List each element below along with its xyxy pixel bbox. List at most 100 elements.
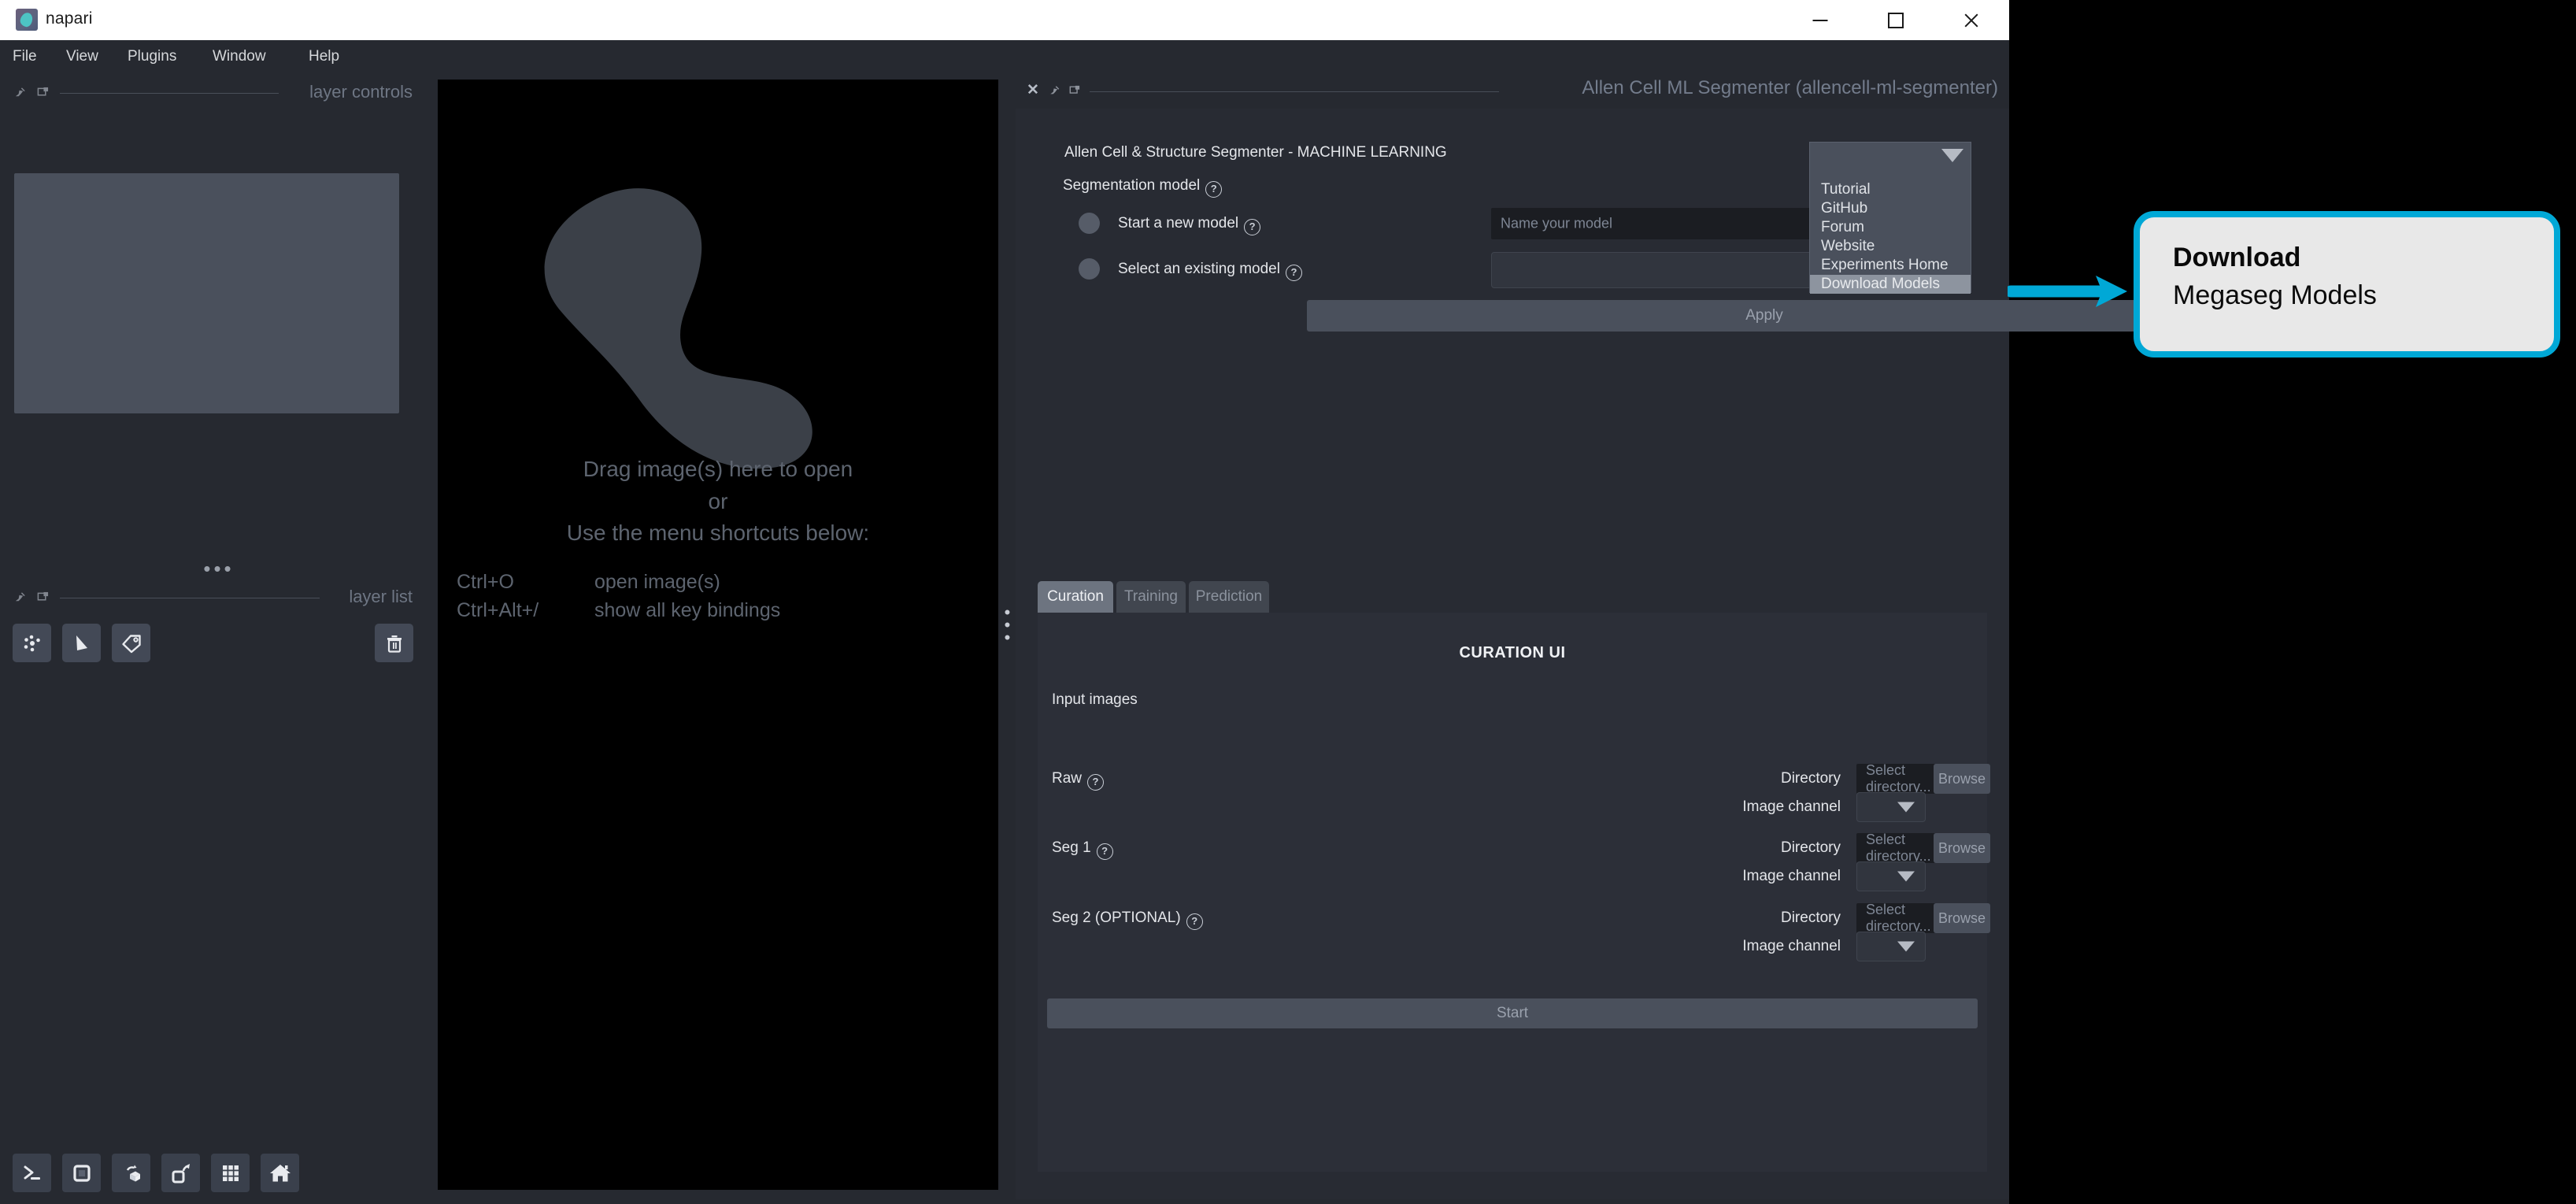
ndisplay-toggle-icon bbox=[72, 1164, 91, 1182]
left-dock: layer controls ••• layer list bbox=[0, 72, 438, 1204]
chevron-down-icon bbox=[1897, 871, 1915, 882]
raw-directory-label: Directory bbox=[1780, 770, 1841, 787]
dock-splitter-grip[interactable]: ••• bbox=[0, 558, 438, 579]
help-icon[interactable]: ? bbox=[1244, 219, 1261, 235]
layer-controls-label: layer controls bbox=[309, 82, 413, 102]
float-icon[interactable] bbox=[37, 591, 49, 603]
menu-item-experiments-home[interactable]: Experiments Home bbox=[1810, 256, 1971, 275]
chevron-down-icon[interactable] bbox=[1941, 149, 1963, 162]
select-existing-model-radio[interactable] bbox=[1079, 258, 1100, 280]
shortcut-row: Ctrl+O open image(s) bbox=[457, 568, 780, 596]
ndisplay-toggle-button[interactable] bbox=[62, 1154, 101, 1192]
menu-item-forum[interactable]: Forum bbox=[1810, 218, 1971, 237]
raw-channel-combobox[interactable] bbox=[1856, 792, 1926, 822]
trash-icon bbox=[387, 635, 402, 653]
shortcut-action: show all key bindings bbox=[594, 599, 781, 622]
raw-channel-label: Image channel bbox=[1742, 798, 1841, 815]
tab-training[interactable]: Training bbox=[1116, 581, 1186, 613]
seg1-channel-combobox[interactable] bbox=[1856, 861, 1926, 891]
annotation-callout: Download Megaseg Models bbox=[2134, 211, 2560, 357]
new-shapes-layer-icon bbox=[76, 635, 87, 650]
menu-item-view[interactable]: View bbox=[65, 48, 100, 65]
select-existing-model-text: Select an existing model bbox=[1118, 261, 1280, 277]
seg2-channel-label: Image channel bbox=[1742, 938, 1841, 954]
start-new-model-label: Start a new model? bbox=[1118, 215, 1261, 235]
help-icon[interactable]: ? bbox=[1096, 843, 1113, 860]
seg2-text: Seg 2 (OPTIONAL) bbox=[1052, 909, 1181, 926]
raw-label: Raw? bbox=[1052, 770, 1105, 791]
annotation-line-1: Download bbox=[2173, 243, 2301, 272]
delete-layer-button[interactable] bbox=[375, 624, 413, 662]
raw-browse-button[interactable]: Browse bbox=[1934, 764, 1990, 794]
maximize-button[interactable] bbox=[1858, 0, 1934, 40]
close-icon bbox=[1963, 12, 1980, 29]
float-icon[interactable] bbox=[1049, 85, 1060, 96]
help-icon[interactable]: ? bbox=[1285, 265, 1302, 281]
plugin-dock-header: ✕ Allen Cell ML Segmenter (allencell-ml-… bbox=[1016, 77, 2009, 104]
start-new-model-radio[interactable] bbox=[1079, 213, 1100, 234]
menu-item-plugins[interactable]: Plugins bbox=[126, 48, 178, 65]
seg2-browse-button[interactable]: Browse bbox=[1934, 903, 1990, 933]
menu-item-download-models[interactable]: Download Models bbox=[1810, 275, 1971, 294]
napari-window: napari File View Plugins Window Help lay… bbox=[0, 0, 2222, 1204]
popout-icon[interactable] bbox=[1069, 85, 1080, 96]
home-button[interactable] bbox=[261, 1154, 299, 1192]
help-icon[interactable]: ? bbox=[1205, 181, 1223, 198]
annotation-arrow bbox=[2004, 268, 2141, 315]
seg1-text: Seg 1 bbox=[1052, 839, 1091, 856]
minimize-button[interactable] bbox=[1782, 0, 1858, 40]
seg1-label: Seg 1? bbox=[1052, 839, 1113, 860]
resource-menu-popup: Tutorial GitHub Forum Website Experiment… bbox=[1809, 142, 1971, 294]
curation-tab-panel: CURATION UI Input images Raw? Directory … bbox=[1038, 613, 1990, 1172]
roll-dims-icon bbox=[126, 1165, 140, 1181]
help-icon[interactable]: ? bbox=[1186, 913, 1203, 930]
help-icon[interactable]: ? bbox=[1087, 774, 1105, 791]
transpose-dims-icon bbox=[172, 1163, 190, 1183]
pin-icon[interactable] bbox=[14, 591, 26, 603]
menu-item-website[interactable]: Website bbox=[1810, 237, 1971, 256]
cell-blob-shape bbox=[544, 188, 812, 469]
menu-item-window[interactable]: Window bbox=[211, 48, 268, 65]
tab-curation[interactable]: Curation bbox=[1038, 581, 1113, 613]
console-button[interactable] bbox=[13, 1154, 51, 1192]
model-name-placeholder: Name your model bbox=[1501, 215, 1613, 232]
segmentation-model-label: Segmentation model? bbox=[1063, 177, 1223, 198]
grid-view-button[interactable] bbox=[211, 1154, 250, 1192]
segmentation-model-text: Segmentation model bbox=[1063, 177, 1201, 194]
start-button[interactable]: Start bbox=[1047, 998, 1978, 1028]
drop-line-2: or bbox=[708, 488, 728, 513]
new-labels-layer-button[interactable] bbox=[112, 624, 150, 662]
seg2-directory-label: Directory bbox=[1780, 909, 1841, 926]
new-shapes-layer-button[interactable] bbox=[62, 624, 101, 662]
vertical-splitter[interactable]: • • • bbox=[998, 0, 1016, 1204]
curation-title: CURATION UI bbox=[1459, 644, 1566, 661]
seg1-browse-button[interactable]: Browse bbox=[1934, 833, 1990, 863]
pin-icon[interactable] bbox=[14, 87, 26, 98]
splitter-grip[interactable]: • • • bbox=[1004, 604, 1011, 646]
plugin-heading: Allen Cell & Structure Segmenter - MACHI… bbox=[1064, 144, 1447, 161]
layer-list-label: layer list bbox=[349, 587, 413, 606]
napari-logo-icon bbox=[16, 9, 38, 31]
shortcut-keys: Ctrl+Alt+/ bbox=[457, 599, 539, 622]
viewer-canvas[interactable]: Drag image(s) here to open or Use the me… bbox=[438, 80, 998, 1190]
menu-item-tutorial[interactable]: Tutorial bbox=[1810, 180, 1971, 199]
drop-line-3: Use the menu shortcuts below: bbox=[566, 520, 870, 546]
menu-item-github[interactable]: GitHub bbox=[1810, 199, 1971, 218]
close-button[interactable] bbox=[1934, 0, 2009, 40]
close-icon[interactable]: ✕ bbox=[1027, 81, 1039, 99]
new-points-layer-button[interactable] bbox=[13, 624, 51, 662]
screenshot-root: napari File View Plugins Window Help lay… bbox=[0, 0, 2576, 1204]
float-icon[interactable] bbox=[37, 87, 49, 98]
layer-controls-panel bbox=[14, 173, 399, 413]
transpose-dims-button[interactable] bbox=[161, 1154, 200, 1192]
menu-item-file[interactable]: File bbox=[11, 48, 39, 65]
tab-prediction[interactable]: Prediction bbox=[1189, 581, 1269, 613]
new-labels-layer-icon bbox=[121, 634, 141, 653]
right-arrow-icon bbox=[2004, 276, 2127, 307]
roll-dims-button[interactable] bbox=[112, 1154, 150, 1192]
menu-item-help[interactable]: Help bbox=[307, 48, 341, 65]
layer-list-header: layer list bbox=[11, 587, 413, 609]
chevron-down-icon bbox=[1897, 802, 1915, 813]
shortcut-action: open image(s) bbox=[594, 571, 720, 593]
seg2-channel-combobox[interactable] bbox=[1856, 932, 1926, 961]
